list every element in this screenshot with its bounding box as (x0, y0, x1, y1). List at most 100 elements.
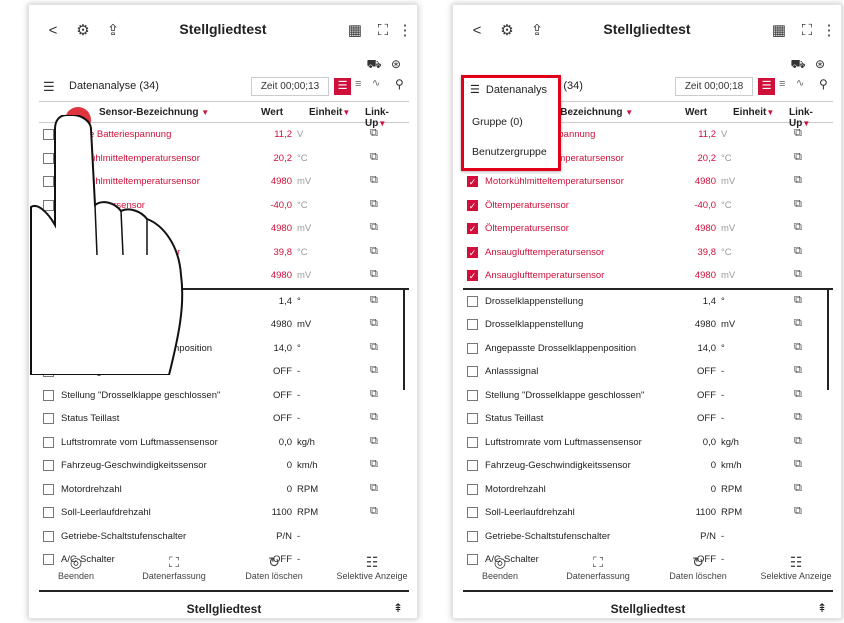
column-value[interactable]: Wert (685, 107, 707, 118)
table-row[interactable]: Stellung "Drosselklappe geschlossen" OFF -… (463, 384, 833, 408)
link-up-icon[interactable]: ⧉ (370, 505, 378, 518)
row-checkbox[interactable] (467, 413, 478, 424)
link-up-icon[interactable]: ⧉ (370, 364, 378, 377)
link-up-icon[interactable]: ⧉ (794, 505, 802, 518)
link-up-icon[interactable]: ⧉ (794, 294, 802, 307)
exit-button[interactable]: ◎ Beenden (455, 553, 545, 581)
link-up-icon[interactable]: ⧉ (794, 151, 802, 164)
link-up-icon[interactable]: ⧉ (794, 482, 802, 495)
link-up-icon[interactable]: ⧉ (794, 245, 802, 258)
table-row[interactable]: Getriebe-Schaltstufenschalter P/N - (463, 525, 833, 549)
table-row[interactable]: Anlasssignal OFF- ⧉ (463, 360, 833, 384)
data-capture-button[interactable]: ⛶ Datenerfassung (553, 553, 643, 581)
row-checkbox[interactable] (467, 366, 478, 377)
calendar-icon[interactable]: ▦ (769, 21, 789, 41)
pin-icon[interactable]: ⇞ (393, 601, 403, 615)
row-checkbox[interactable] (467, 436, 478, 448)
scrollbar[interactable] (403, 290, 405, 390)
search-icon[interactable]: ⚲ (395, 77, 404, 91)
table-row[interactable]: Status Teillast OFF - ⧉ (463, 407, 833, 431)
table-row[interactable]: Stellung "Drosselklappe geschlossen" OFF -… (39, 384, 409, 408)
column-unit[interactable]: Einheit▼ (733, 107, 774, 118)
table-row[interactable]: Status Teillast OFF - ⧉ (39, 407, 409, 431)
link-up-icon[interactable]: ⧉ (794, 364, 802, 377)
table-row[interactable]: Getriebe-Schaltstufenschalter P/N - (39, 525, 409, 549)
link-up-icon[interactable]: ⧉ (794, 317, 802, 330)
link-up-icon[interactable]: ⧉ (370, 411, 378, 424)
link-up-icon[interactable]: ⧉ (794, 388, 802, 401)
row-checkbox[interactable]: ✓ (467, 246, 478, 258)
column-unit[interactable]: Einheit▼ (309, 107, 350, 118)
table-row[interactable]: Soll-Leerlaufdrehzahl 1100 RPM ⧉ (463, 501, 833, 525)
row-checkbox[interactable]: ✓ (467, 199, 478, 211)
link-up-icon[interactable]: ⧉ (370, 268, 378, 281)
text-view-icon[interactable]: ≡ (355, 78, 361, 90)
steering-icon[interactable]: ⊛ (809, 57, 831, 71)
list-menu-icon[interactable]: ☰ (43, 79, 55, 95)
row-checkbox[interactable] (43, 483, 54, 495)
table-row[interactable]: Fahrzeug-Geschwindigkeitssensor 0 km/h ⧉ (39, 454, 409, 478)
column-value[interactable]: Wert (261, 107, 283, 118)
row-checkbox[interactable]: ✓ (467, 223, 478, 234)
link-up-icon[interactable]: ⧉ (794, 174, 802, 187)
link-up-icon[interactable]: ⧉ (370, 127, 378, 140)
vehicle-icon[interactable]: ⛟ (787, 57, 809, 73)
list-view-icon[interactable]: ☰ (334, 78, 351, 95)
table-row[interactable]: ✓ Motorkühlmitteltemperatursensor 4980 mV ⧉ (463, 170, 833, 194)
clear-data-button[interactable]: ↻ Daten löschen (653, 553, 743, 581)
more-icon[interactable]: ⋮ (819, 21, 839, 41)
link-up-icon[interactable]: ⧉ (370, 198, 378, 211)
row-checkbox[interactable] (467, 483, 478, 495)
link-up-icon[interactable]: ⧉ (370, 341, 378, 354)
link-up-icon[interactable]: ⧉ (370, 435, 378, 448)
row-checkbox[interactable] (467, 530, 478, 542)
link-up-icon[interactable]: ⧉ (794, 127, 802, 140)
link-up-icon[interactable]: ⧉ (794, 411, 802, 424)
table-row[interactable]: Soll-Leerlaufdrehzahl 1100 RPM ⧉ (39, 501, 409, 525)
link-up-icon[interactable]: ⧉ (794, 458, 802, 471)
row-checkbox[interactable] (43, 436, 54, 448)
row-checkbox[interactable] (467, 389, 478, 401)
link-up-icon[interactable]: ⧉ (370, 317, 378, 330)
link-up-icon[interactable]: ⧉ (794, 341, 802, 354)
link-up-icon[interactable]: ⧉ (370, 151, 378, 164)
table-row[interactable]: ✓ Ansauglufttemperatursensor 39,8 °C ⧉ (463, 241, 833, 265)
link-up-icon[interactable]: ⧉ (794, 268, 802, 281)
row-checkbox[interactable] (467, 460, 478, 471)
row-checkbox[interactable] (467, 295, 478, 307)
text-view-icon[interactable]: ≡ (779, 78, 785, 90)
row-checkbox[interactable] (43, 413, 54, 424)
row-checkbox[interactable] (467, 319, 478, 330)
selective-view-button[interactable]: ☷ Selektive Anzeige (751, 553, 841, 581)
fullscreen-icon[interactable]: ⛶ (797, 21, 817, 41)
table-row[interactable]: Luftstromrate vom Luftmassensensor 0,0 kg/… (39, 431, 409, 455)
list-view-icon[interactable]: ☰ (758, 78, 775, 95)
table-row[interactable]: Motordrehzahl 0 RPM ⧉ (39, 478, 409, 502)
table-row[interactable]: Drosselklappenstellung 1,4 ° ⧉ (463, 290, 833, 314)
data-capture-button[interactable]: ⛶ Datenerfassung (129, 553, 219, 581)
link-up-icon[interactable]: ⧉ (794, 221, 802, 234)
link-up-icon[interactable]: ⧉ (370, 221, 378, 234)
table-row[interactable]: Fahrzeug-Geschwindigkeitssensor 0 km/h ⧉ (463, 454, 833, 478)
graph-view-icon[interactable]: ∿ (796, 78, 804, 89)
graph-view-icon[interactable]: ∿ (372, 78, 380, 89)
table-row[interactable]: Angepasste Drosselklappenposition 14,0 ° ⧉ (463, 337, 833, 361)
row-checkbox[interactable] (43, 530, 54, 542)
menu-item-gruppe[interactable]: Gruppe (0) (472, 116, 523, 128)
link-up-icon[interactable]: ⧉ (794, 198, 802, 211)
row-checkbox[interactable]: ✓ (467, 270, 478, 281)
steering-icon[interactable]: ⊛ (385, 57, 407, 71)
row-checkbox[interactable] (467, 342, 478, 354)
fullscreen-icon[interactable]: ⛶ (373, 21, 393, 41)
clear-data-button[interactable]: ↻ Daten löschen (229, 553, 319, 581)
row-checkbox[interactable] (43, 507, 54, 518)
link-up-icon[interactable]: ⧉ (370, 245, 378, 258)
row-checkbox[interactable]: ✓ (467, 176, 478, 187)
more-icon[interactable]: ⋮ (395, 21, 415, 41)
link-up-icon[interactable]: ⧉ (370, 294, 378, 307)
calendar-icon[interactable]: ▦ (345, 21, 365, 41)
link-up-icon[interactable]: ⧉ (370, 174, 378, 187)
search-icon[interactable]: ⚲ (819, 77, 828, 91)
table-row[interactable]: ✓ Öltemperatursensor 4980 mV ⧉ (463, 217, 833, 241)
scrollbar[interactable] (827, 290, 829, 390)
